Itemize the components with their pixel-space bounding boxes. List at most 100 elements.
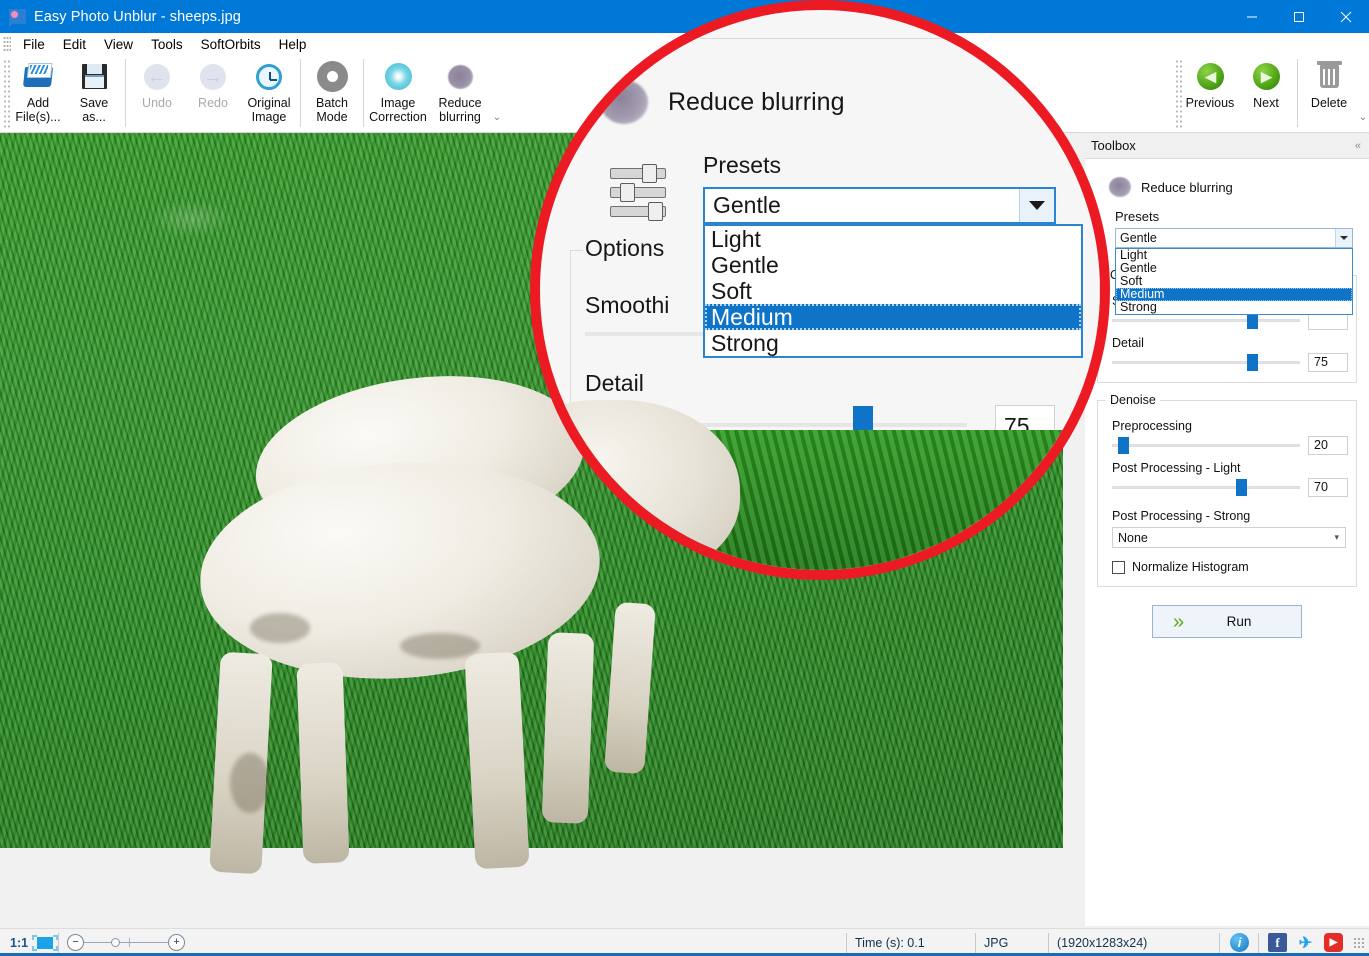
preprocessing-value-field[interactable]: 20 — [1308, 436, 1348, 455]
window-controls — [1228, 0, 1369, 33]
presets-dropdown-list[interactable]: Light Gentle Soft Medium Strong — [1115, 248, 1353, 315]
run-button-label: Run — [1153, 614, 1301, 629]
application-window: Easy Photo Unblur - sheeps.jpg File Edit… — [0, 0, 1369, 956]
toolbar-separator-3 — [363, 59, 364, 127]
magnified-option-medium[interactable]: Medium — [705, 304, 1081, 330]
trash-icon — [1313, 60, 1345, 92]
green-left-arrow-icon: ◀ — [1194, 60, 1226, 92]
post-light-slider[interactable] — [1112, 477, 1300, 497]
save-as-button[interactable]: Save as... — [66, 55, 122, 129]
close-button[interactable] — [1322, 0, 1369, 33]
batch-mode-button[interactable]: Batch Mode — [304, 55, 360, 129]
chevron-down-icon[interactable] — [1019, 189, 1054, 222]
preprocessing-slider[interactable] — [1112, 435, 1300, 455]
collapse-icon[interactable]: « — [1355, 140, 1361, 152]
magnifier-overlay: Reduce blurring Options Smoothi Detail 7… — [530, 0, 1110, 580]
zoom-slider-thumb[interactable] — [111, 938, 120, 947]
magnified-option-soft[interactable]: Soft — [705, 278, 1081, 304]
zoom-in-button[interactable]: + — [168, 934, 185, 951]
menu-grip[interactable] — [3, 36, 11, 52]
menu-item-edit[interactable]: Edit — [54, 35, 95, 54]
magnified-tool-name: Reduce blurring — [668, 88, 845, 117]
info-icon[interactable]: i — [1230, 933, 1249, 952]
chevron-down-icon[interactable]: ▾ — [1334, 532, 1339, 543]
facebook-icon[interactable]: f — [1268, 933, 1287, 952]
undo-button[interactable]: ← Undo — [129, 55, 185, 129]
resize-grip[interactable] — [1353, 937, 1365, 949]
minimize-button[interactable] — [1228, 0, 1275, 33]
preprocessing-slider-row: 20 — [1112, 435, 1348, 455]
toolbar-overflow-chevron-icon[interactable]: ⌄ — [491, 55, 503, 129]
youtube-icon[interactable]: ▶ — [1324, 933, 1343, 952]
magnified-detail-label: Detail — [585, 370, 644, 397]
gear-icon — [316, 60, 348, 92]
magnified-option-light[interactable]: Light — [705, 226, 1081, 252]
zoom-slider[interactable]: − + — [67, 932, 185, 954]
presets-combo-wrap: Gentle Light Gentle Soft Medium Strong — [1115, 228, 1353, 248]
chevron-down-icon[interactable] — [1335, 229, 1352, 247]
folder-add-icon — [22, 60, 54, 92]
status-bar: 1:1 − + Time (s): 0.1 JPG (1920x1283x24)… — [0, 928, 1369, 956]
active-tool-header: Reduce blurring — [1109, 177, 1361, 197]
toolbar-separator-4 — [1297, 59, 1298, 127]
zoom-ratio-label: 1:1 — [0, 936, 32, 950]
dropdown-option-gentle[interactable]: Gentle — [1116, 262, 1352, 275]
menu-item-softorbits[interactable]: SoftOrbits — [192, 35, 270, 54]
toolbar-overflow-chevron-right-icon[interactable]: ⌄ — [1357, 55, 1369, 129]
blur-circle-icon — [444, 60, 476, 92]
magnified-option-strong[interactable]: Strong — [705, 330, 1081, 356]
post-strong-combobox[interactable]: None ▾ — [1112, 527, 1346, 548]
magnified-grass — [530, 430, 1110, 580]
detail-slider-thumb[interactable] — [1247, 354, 1258, 371]
next-button[interactable]: ▶ Next — [1238, 55, 1294, 129]
add-files-button[interactable]: Add File(s)... — [10, 55, 66, 129]
blur-circle-icon — [1109, 177, 1131, 197]
magnified-option-gentle[interactable]: Gentle — [705, 252, 1081, 278]
menu-item-tools[interactable]: Tools — [142, 35, 192, 54]
normalize-histogram-row[interactable]: Normalize Histogram — [1112, 560, 1348, 574]
detail-value-field[interactable]: 75 — [1308, 353, 1348, 372]
post-light-slider-thumb[interactable] — [1236, 479, 1247, 496]
menu-item-view[interactable]: View — [95, 35, 142, 54]
original-image-label: Original Image — [247, 96, 290, 124]
magnified-presets-dropdown[interactable]: Light Gentle Soft Medium Strong — [703, 224, 1083, 358]
status-format: JPG — [976, 930, 1048, 956]
menu-item-file[interactable]: File — [14, 35, 54, 54]
toolbar-grip-right[interactable] — [1175, 59, 1182, 129]
status-icons: i f ✈ ▶ — [1220, 933, 1353, 953]
detail-slider[interactable] — [1112, 352, 1300, 372]
delete-button[interactable]: Delete — [1301, 55, 1357, 129]
undo-arrow-icon: ← — [141, 60, 173, 92]
presets-value: Gentle — [1120, 231, 1157, 245]
status-time: Time (s): 0.1 — [847, 930, 975, 956]
image-correction-button[interactable]: Image Correction — [367, 55, 429, 129]
preprocessing-label: Preprocessing — [1112, 419, 1348, 433]
floppy-save-icon — [78, 60, 110, 92]
twitter-icon[interactable]: ✈ — [1296, 933, 1315, 952]
magnified-divider — [700, 38, 1100, 39]
reduce-blurring-button[interactable]: Reduce blurring — [429, 55, 491, 129]
run-button[interactable]: » Run — [1152, 605, 1302, 638]
menu-item-help[interactable]: Help — [270, 35, 316, 54]
fit-to-window-icon[interactable] — [32, 935, 58, 951]
presets-combobox[interactable]: Gentle — [1115, 228, 1353, 248]
magnifier-content: Reduce blurring Options Smoothi Detail 7… — [540, 10, 1100, 570]
magnified-smoothing-label: Smoothi — [585, 292, 669, 319]
zoom-out-button[interactable]: − — [67, 934, 84, 951]
dropdown-option-strong[interactable]: Strong — [1116, 301, 1352, 314]
toolbar-grip[interactable] — [3, 59, 10, 129]
magnified-options-legend: Options — [585, 235, 664, 262]
detail-slider-track — [1112, 361, 1300, 364]
post-light-value-field[interactable]: 70 — [1308, 478, 1348, 497]
post-light-slider-track — [1112, 486, 1300, 489]
redo-button[interactable]: → Redo — [185, 55, 241, 129]
previous-button[interactable]: ◀ Previous — [1182, 55, 1238, 129]
window-title: Easy Photo Unblur - sheeps.jpg — [34, 9, 241, 25]
preprocessing-slider-thumb[interactable] — [1118, 437, 1129, 454]
previous-label: Previous — [1186, 96, 1235, 110]
maximize-button[interactable] — [1275, 0, 1322, 33]
save-as-label: Save as... — [80, 96, 109, 124]
normalize-histogram-checkbox[interactable] — [1112, 561, 1125, 574]
magnified-presets-combobox[interactable]: Gentle — [703, 187, 1056, 224]
original-image-button[interactable]: Original Image — [241, 55, 297, 129]
